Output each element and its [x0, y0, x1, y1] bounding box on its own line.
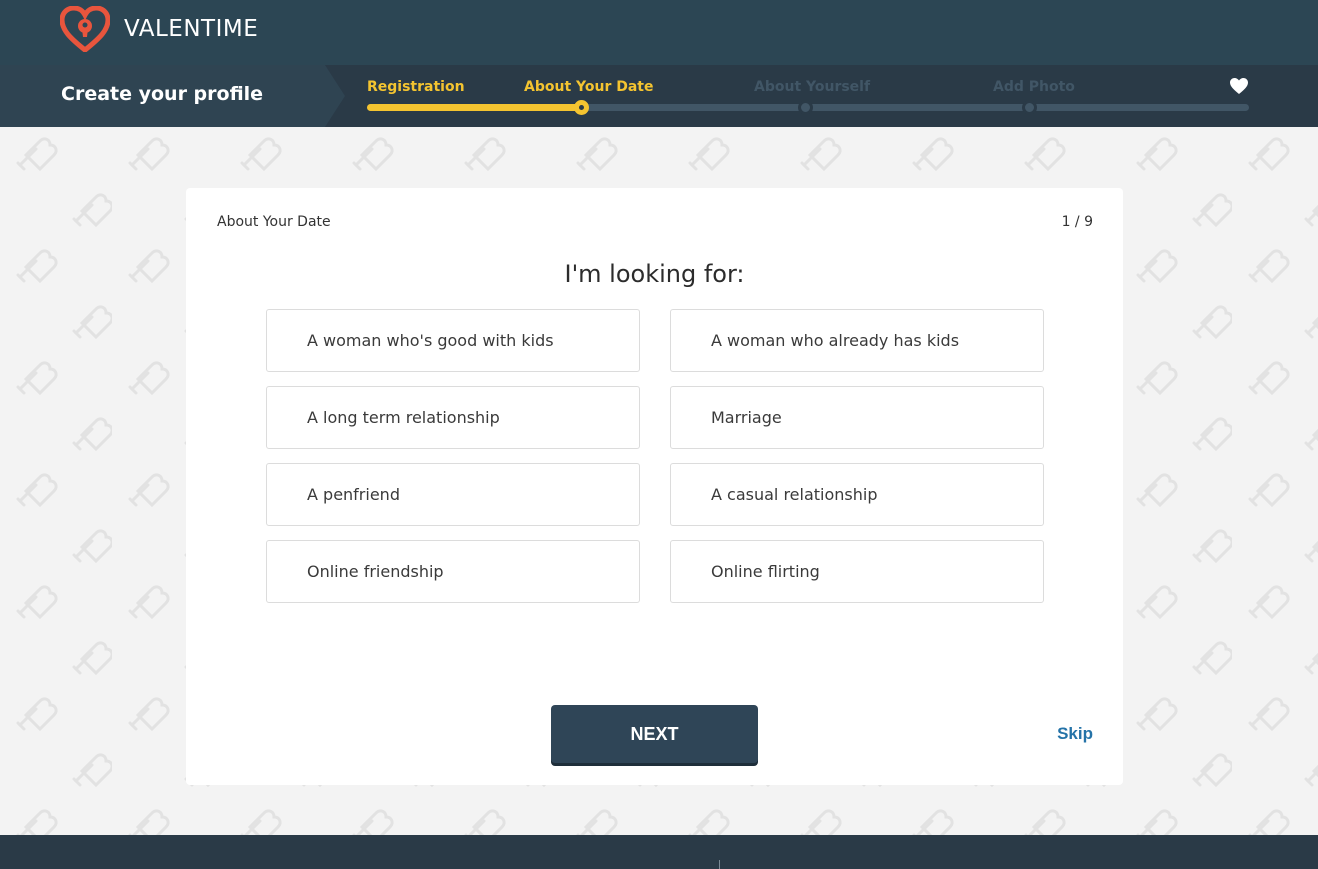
question-heading: I'm looking for: — [564, 260, 745, 288]
question-counter: 1 / 9 — [1061, 214, 1093, 230]
option-label: A casual relationship — [711, 485, 878, 504]
step-dot-about-yourself — [798, 100, 813, 115]
question-card: About Your Date 1 / 9 I'm looking for: A… — [186, 188, 1123, 785]
heart-icon — [1230, 78, 1248, 94]
option-label: Online flirting — [711, 562, 820, 581]
step-dot-current — [574, 100, 589, 115]
step-add-photo: Add Photo — [993, 79, 1075, 95]
option-long-term-relationship[interactable]: A long term relationship — [266, 386, 640, 449]
step-registration: Registration — [367, 79, 465, 95]
option-label: A long term relationship — [307, 408, 500, 427]
option-label: Online friendship — [307, 562, 444, 581]
step-dot-add-photo — [1022, 100, 1037, 115]
profile-progress-bar: Create your profile Registration About Y… — [0, 65, 1318, 127]
progress-fill — [367, 104, 588, 111]
heart-keyhole-icon[interactable] — [60, 6, 110, 52]
option-already-has-kids[interactable]: A woman who already has kids — [670, 309, 1044, 372]
brand-name[interactable]: VALENTIME — [124, 16, 258, 42]
create-profile-banner: Create your profile — [0, 65, 345, 127]
option-online-flirting[interactable]: Online flirting — [670, 540, 1044, 603]
step-about-yourself: About Yourself — [754, 79, 871, 95]
option-casual-relationship[interactable]: A casual relationship — [670, 463, 1044, 526]
option-marriage[interactable]: Marriage — [670, 386, 1044, 449]
option-good-with-kids[interactable]: A woman who's good with kids — [266, 309, 640, 372]
step-about-your-date: About Your Date — [524, 79, 654, 95]
footer — [0, 835, 1318, 869]
progress-title: Create your profile — [61, 83, 264, 105]
section-title: About Your Date — [217, 214, 331, 230]
option-online-friendship[interactable]: Online friendship — [266, 540, 640, 603]
option-label: A woman who already has kids — [711, 331, 960, 350]
option-penfriend[interactable]: A penfriend — [266, 463, 640, 526]
next-button[interactable]: NEXT — [551, 705, 758, 763]
skip-link[interactable]: Skip — [1057, 724, 1093, 744]
footer-divider — [719, 860, 720, 869]
option-label: A woman who's good with kids — [307, 331, 554, 350]
top-header: VALENTIME — [0, 0, 1318, 65]
option-label: A penfriend — [307, 485, 400, 504]
option-label: Marriage — [711, 408, 782, 427]
